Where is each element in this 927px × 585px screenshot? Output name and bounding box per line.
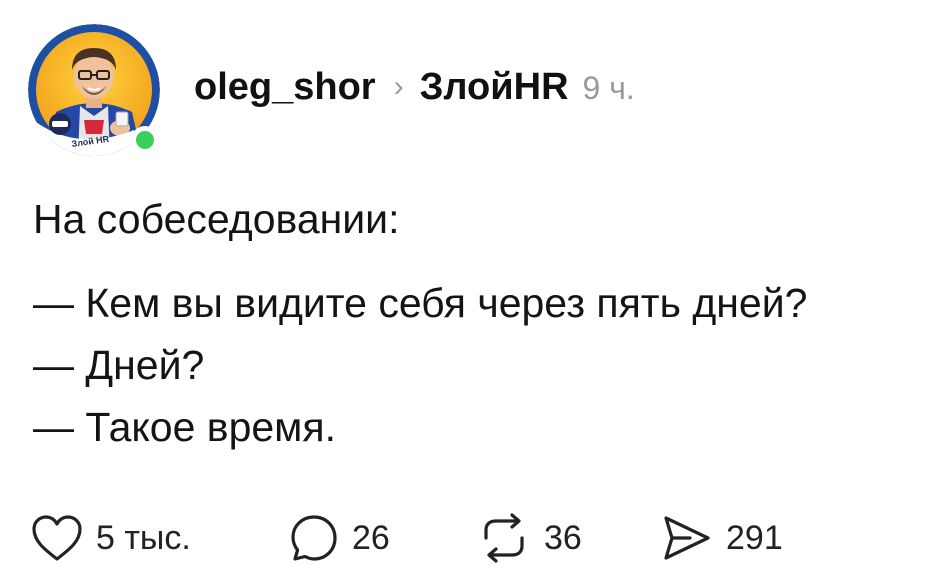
repost-count: 36 (544, 518, 582, 557)
send-icon (664, 516, 710, 560)
share-count: 291 (726, 518, 783, 557)
post-text-line: — Кем вы видите себя через пять дней? (33, 280, 808, 326)
post-text-line: — Дней? (33, 342, 205, 388)
online-status-indicator (131, 126, 159, 154)
author-username[interactable]: oleg_shor (194, 66, 376, 109)
post-actions: 5 тыс. 26 36 291 (30, 510, 910, 566)
post-text-line: На собеседовании: (33, 196, 400, 242)
community-name[interactable]: ЗлойHR (420, 66, 569, 109)
post-body: На собеседовании: — Кем вы видите себя ч… (33, 188, 807, 458)
like-button[interactable]: 5 тыс. (30, 510, 191, 566)
heart-icon (32, 515, 82, 561)
comment-button[interactable]: 26 (288, 510, 390, 566)
repost-button[interactable]: 36 (476, 510, 582, 566)
author-avatar[interactable]: Злой HR (28, 24, 160, 156)
comment-bubble-icon (291, 515, 337, 561)
post-meta: oleg_shor › ЗлойHR 9 ч. (194, 66, 635, 109)
post-timestamp: 9 ч. (582, 69, 635, 106)
comment-count: 26 (352, 518, 390, 557)
post-text-line: — Такое время. (33, 404, 336, 450)
chevron-right-icon: › (393, 69, 404, 103)
share-button[interactable]: 291 (660, 510, 783, 566)
like-count: 5 тыс. (96, 518, 191, 557)
post-header: Злой HR oleg_shor › ЗлойHR 9 ч. (28, 20, 635, 160)
repost-icon (484, 513, 524, 563)
